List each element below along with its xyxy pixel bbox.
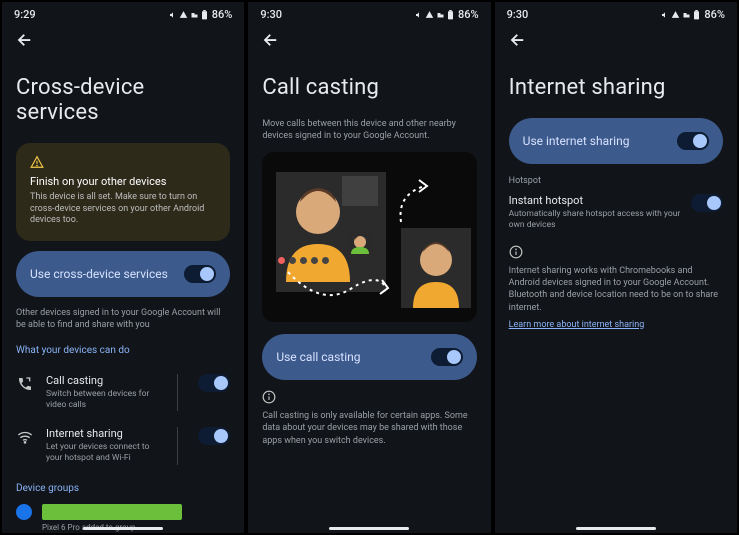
clock: 9:29 <box>14 8 36 21</box>
group-name-redacted <box>42 504 182 520</box>
warning-body: This device is all set. Make sure to tur… <box>30 192 216 227</box>
main-toggle-label: Use cross-device services <box>30 267 168 281</box>
warning-title: Finish on your other devices <box>30 175 216 188</box>
info-icon <box>262 390 276 404</box>
clock: 9:30 <box>507 8 529 21</box>
wifi-icon <box>16 427 34 445</box>
clock: 9:30 <box>260 8 282 21</box>
hotspot-title: Instant hotspot <box>509 194 681 207</box>
warning-icon <box>30 155 44 169</box>
helper-text: Call casting is only available for certa… <box>262 410 476 446</box>
info-text: Internet sharing works with Chromebooks … <box>509 265 723 314</box>
back-icon[interactable] <box>262 31 280 49</box>
feature-sub: Let your devices connect to your hotspot… <box>46 442 167 464</box>
feature-sub: Switch between devices for video calls <box>46 389 167 411</box>
device-group-row[interactable] <box>16 504 230 520</box>
warning-card[interactable]: Finish on your other devices This device… <box>16 143 230 241</box>
cross-device-toggle[interactable] <box>184 265 216 283</box>
battery-pct: 86% <box>458 8 479 21</box>
feature-internet-sharing[interactable]: Internet sharing Let your devices connec… <box>16 419 230 472</box>
status-icons: 86% <box>169 8 233 21</box>
status-icons: 86% <box>415 8 479 21</box>
feature-title: Call casting <box>46 374 167 387</box>
instant-hotspot-toggle[interactable] <box>691 194 723 212</box>
nav-handle[interactable] <box>576 527 656 530</box>
call-cast-icon <box>16 374 34 392</box>
main-toggle-row[interactable]: Use cross-device services <box>16 251 230 297</box>
helper-text: Other devices signed in to your Google A… <box>16 307 230 331</box>
call-casting-toggle[interactable] <box>198 374 230 392</box>
learn-more-link[interactable]: Learn more about internet sharing <box>509 320 723 330</box>
group-dot-icon <box>16 504 32 520</box>
screen-internet-sharing: 9:30 86% Internet sharing Use internet s… <box>494 1 738 534</box>
battery-pct: 86% <box>704 8 725 21</box>
back-icon[interactable] <box>16 31 34 49</box>
back-icon[interactable] <box>509 31 527 49</box>
hotspot-sub: Automatically share hotspot access with … <box>509 209 681 231</box>
screen-cross-device: 9:29 86% Cross-device services Finish on… <box>1 1 245 534</box>
screen-call-casting: 9:30 86% Call casting Move calls between… <box>247 1 491 534</box>
status-icons: 86% <box>661 8 725 21</box>
internet-sharing-toggle[interactable] <box>677 132 709 150</box>
page-title: Call casting <box>262 75 476 100</box>
feature-title: Internet sharing <box>46 427 167 440</box>
subtitle: Move calls between this device and other… <box>262 118 476 142</box>
nav-handle[interactable] <box>83 527 163 530</box>
section-device-groups: Device groups <box>16 483 230 494</box>
call-casting-toggle[interactable] <box>431 348 463 366</box>
internet-sharing-toggle[interactable] <box>198 427 230 445</box>
call-casting-illustration <box>262 152 476 322</box>
section-hotspot: Hotspot <box>509 176 723 186</box>
page-title: Internet sharing <box>509 75 723 100</box>
info-icon <box>509 245 523 259</box>
main-toggle-label: Use call casting <box>276 350 360 364</box>
main-toggle-label: Use internet sharing <box>523 134 630 148</box>
nav-handle[interactable] <box>329 527 409 530</box>
status-bar: 9:29 86% <box>2 2 244 23</box>
instant-hotspot-row[interactable]: Instant hotspot Automatically share hots… <box>509 194 723 231</box>
main-toggle-row[interactable]: Use internet sharing <box>509 118 723 164</box>
feature-call-casting[interactable]: Call casting Switch between devices for … <box>16 366 230 419</box>
status-bar: 9:30 86% <box>495 2 737 23</box>
section-what-devices: What your devices can do <box>16 345 230 356</box>
battery-pct: 86% <box>212 8 233 21</box>
main-toggle-row[interactable]: Use call casting <box>262 334 476 380</box>
page-title: Cross-device services <box>16 75 230 125</box>
status-bar: 9:30 86% <box>248 2 490 23</box>
